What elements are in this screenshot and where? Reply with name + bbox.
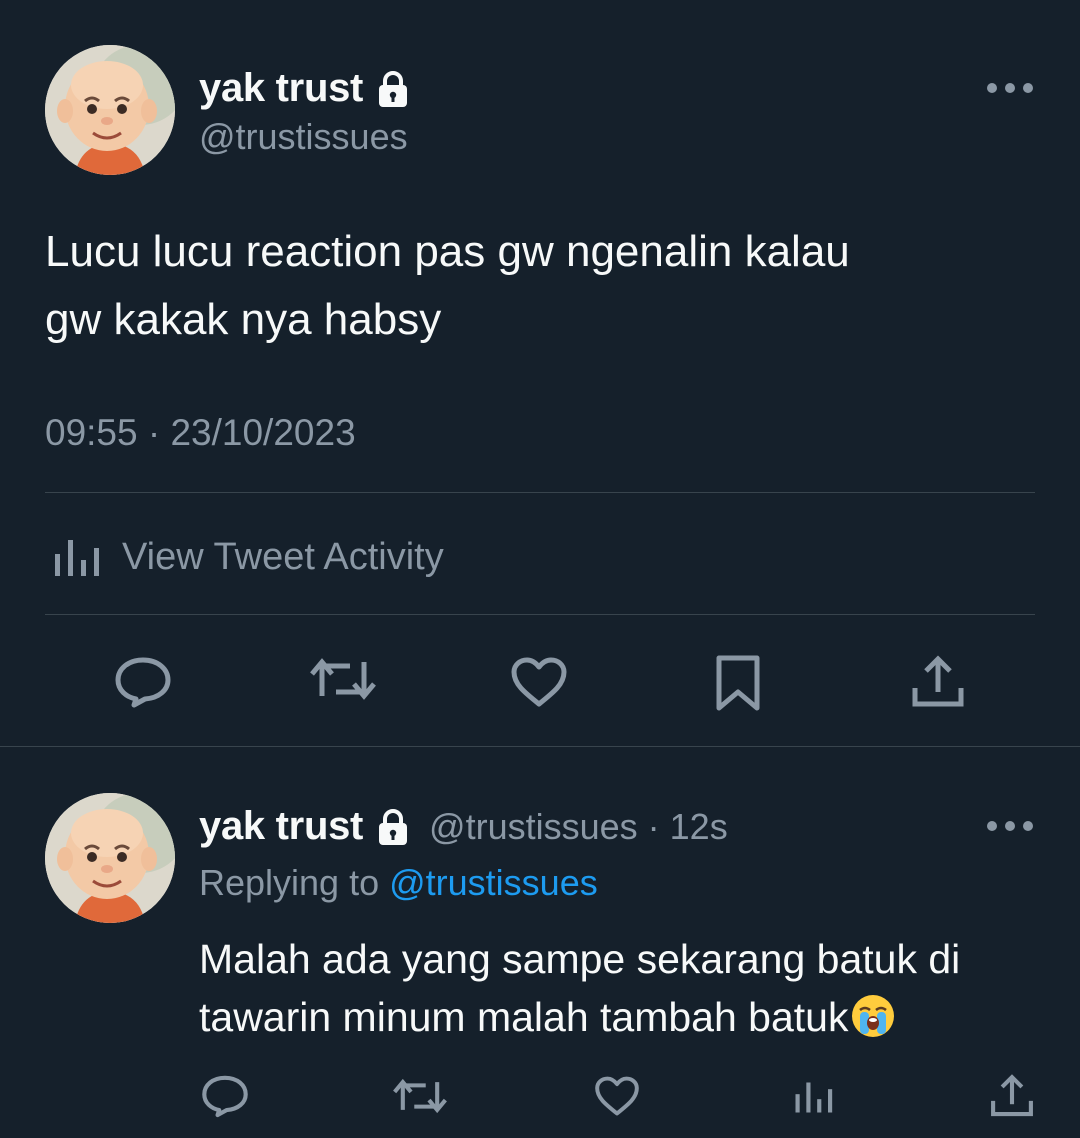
- retweet-icon[interactable]: [310, 656, 376, 702]
- views-icon[interactable]: [793, 1074, 833, 1116]
- mention-link[interactable]: @trustissues: [389, 862, 598, 903]
- activity-label: View Tweet Activity: [122, 536, 444, 578]
- share-icon[interactable]: [910, 654, 966, 710]
- handle[interactable]: @trustissues: [199, 116, 408, 158]
- retweet-icon[interactable]: [393, 1077, 447, 1115]
- display-name[interactable]: yak trust: [199, 804, 363, 849]
- reply-author-row: yak trust @trustissues · 12s: [199, 804, 728, 849]
- reply-icon[interactable]: [201, 1074, 249, 1118]
- replying-to: Replying to @trustissues: [199, 862, 598, 904]
- bookmark-icon[interactable]: [714, 654, 762, 712]
- share-icon[interactable]: [989, 1073, 1035, 1119]
- analytics-icon: [52, 532, 100, 583]
- display-name[interactable]: yak trust: [199, 66, 363, 111]
- time-ago[interactable]: · 12s: [648, 806, 728, 848]
- view-tweet-activity-button[interactable]: View Tweet Activity: [52, 532, 444, 583]
- timestamp[interactable]: 09:55 · 23/10/2023: [45, 412, 356, 454]
- replying-prefix: Replying to: [199, 862, 380, 903]
- more-options-icon[interactable]: [984, 816, 1036, 836]
- divider: [45, 614, 1035, 615]
- avatar[interactable]: [45, 45, 175, 175]
- tweet-text: Lucu lucu reaction pas gw ngenalin kalau…: [45, 227, 850, 344]
- reply-body: Malah ada yang sampe sekarang batuk di t…: [199, 930, 1059, 1046]
- reply-icon[interactable]: [114, 656, 172, 708]
- divider: [45, 492, 1035, 493]
- tweet-separator: [0, 746, 1080, 747]
- handle[interactable]: @trustissues: [429, 806, 638, 848]
- reply-text: Malah ada yang sampe sekarang batuk di t…: [199, 936, 961, 1040]
- like-icon[interactable]: [594, 1075, 640, 1117]
- more-options-icon[interactable]: [984, 78, 1036, 98]
- loudly-crying-face-icon: [850, 993, 896, 1044]
- avatar[interactable]: [45, 793, 175, 923]
- lock-icon: [377, 70, 409, 108]
- author-name-row: yak trust: [199, 66, 409, 111]
- like-icon[interactable]: [510, 656, 568, 708]
- lock-icon: [377, 808, 409, 846]
